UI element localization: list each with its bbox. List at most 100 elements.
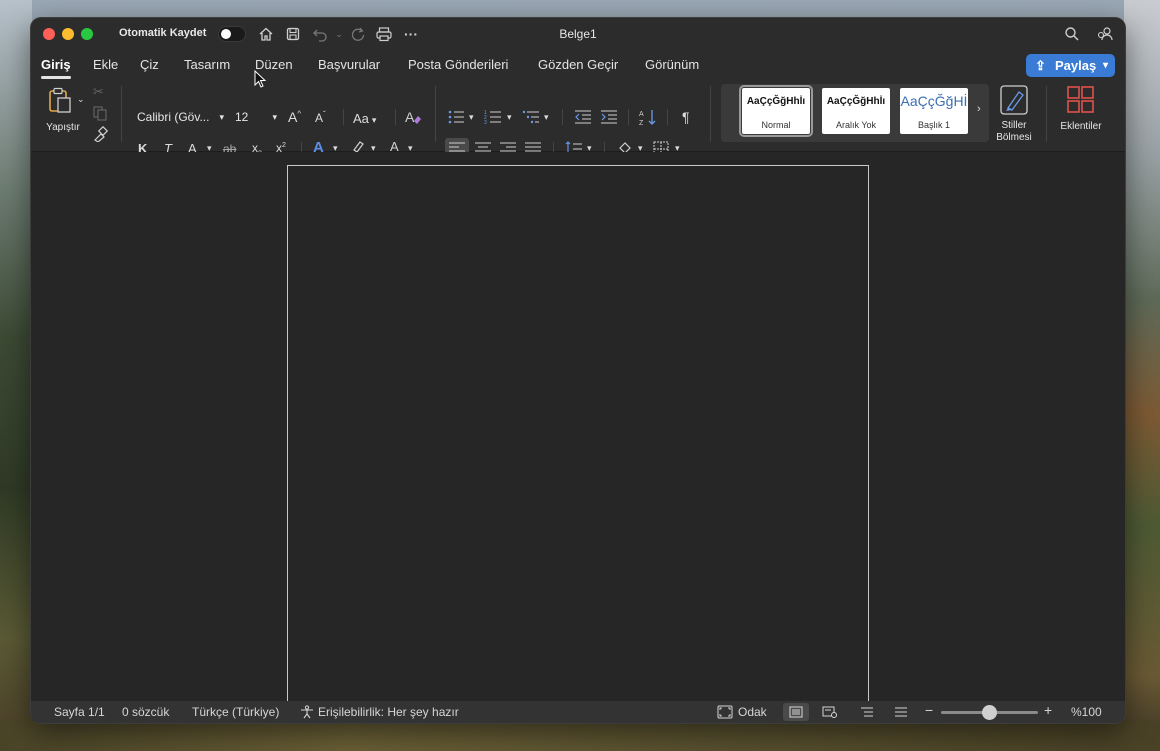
mouse-cursor-icon xyxy=(254,70,266,88)
word-window: Otomatik Kaydet ⌄ ··· Belge1 Giriş Ekle xyxy=(31,18,1125,723)
font-size-dropdown[interactable]: 12 ▾ xyxy=(229,107,281,127)
zoom-level[interactable]: %100 xyxy=(1071,705,1102,719)
styles-pane-label-line2: Bölmesi xyxy=(996,132,1032,143)
word-count[interactable]: 0 sözcük xyxy=(122,705,169,719)
share-icon: ⇪ xyxy=(1035,58,1046,73)
save-icon[interactable] xyxy=(283,24,303,44)
multilevel-list-icon[interactable] xyxy=(522,109,540,128)
tab-review[interactable]: Gözden Geçir xyxy=(538,57,618,72)
increase-indent-icon[interactable] xyxy=(600,109,618,128)
cut-icon[interactable]: ✂ xyxy=(93,84,104,100)
numbering-icon[interactable]: 123 xyxy=(484,109,502,128)
separator xyxy=(435,86,436,142)
share-label: Paylaş xyxy=(1055,58,1097,73)
undo-icon[interactable] xyxy=(310,24,330,44)
styles-pane-label: Stiller Bölmesi xyxy=(989,120,1039,144)
zoom-in-icon[interactable]: + xyxy=(1044,702,1052,718)
sort-icon[interactable]: AZ xyxy=(639,108,657,129)
more-options-icon[interactable]: ··· xyxy=(401,24,421,44)
redo-icon[interactable] xyxy=(348,24,368,44)
show-formatting-marks-icon[interactable]: ¶ xyxy=(682,109,690,125)
zoom-slider-knob[interactable] xyxy=(982,705,997,720)
style-no-spacing[interactable]: AaÇçĞğHhİı Aralık Yok xyxy=(822,88,890,134)
tab-references[interactable]: Başvurular xyxy=(318,57,380,72)
ribbon-home: ⌄ Yapıştır ✂ Calibri (Göv... ▾ 12 ▾ A^ A… xyxy=(31,80,1125,160)
chevron-right-icon[interactable]: › xyxy=(977,103,981,115)
shrink-font-icon[interactable]: Aˇ xyxy=(315,110,326,125)
multilevel-chevron-icon[interactable]: ▾ xyxy=(544,112,549,123)
svg-text:A: A xyxy=(639,111,644,118)
addins-icon[interactable] xyxy=(1067,86,1095,117)
clear-formatting-icon[interactable]: A xyxy=(404,109,422,128)
style-name: Başlık 1 xyxy=(917,120,950,130)
web-layout-view-button[interactable] xyxy=(817,703,843,721)
separator xyxy=(667,109,668,125)
font-size-value: 12 xyxy=(235,110,249,124)
bullets-icon[interactable] xyxy=(447,109,465,128)
home-icon[interactable] xyxy=(256,24,276,44)
paste-dropdown-chevron-icon[interactable]: ⌄ xyxy=(77,94,85,105)
style-heading-1[interactable]: AaÇçĞğHİ Başlık 1 xyxy=(900,88,968,134)
document-page[interactable] xyxy=(287,165,869,705)
outline-view-button[interactable] xyxy=(854,703,880,721)
undo-dropdown-chevron-icon[interactable]: ⌄ xyxy=(329,24,349,44)
separator xyxy=(710,86,711,142)
style-name: Normal xyxy=(761,120,791,130)
desktop-wallpaper-left xyxy=(0,0,32,751)
language-indicator[interactable]: Türkçe (Türkiye) xyxy=(192,705,279,719)
style-sample: AaÇçĞğHhİı xyxy=(746,96,806,107)
accessibility-status[interactable]: Erişilebilirlik: Her şey hazır xyxy=(318,705,459,719)
grow-font-icon[interactable]: A^ xyxy=(288,109,301,125)
numbering-chevron-icon[interactable]: ▾ xyxy=(507,112,512,123)
separator xyxy=(395,109,396,125)
page-count[interactable]: Sayfa 1/1 xyxy=(54,705,105,719)
focus-label[interactable]: Odak xyxy=(738,705,767,719)
tab-draw[interactable]: Çiz xyxy=(140,57,159,72)
minimize-window-button[interactable] xyxy=(62,28,74,40)
style-name: Aralık Yok xyxy=(835,120,877,130)
style-sample: AaÇçĞğHİ xyxy=(900,93,968,109)
format-painter-icon[interactable] xyxy=(92,125,109,145)
search-icon[interactable] xyxy=(1062,24,1082,44)
style-sample: AaÇçĞğHhİı xyxy=(826,96,886,107)
zoom-window-button[interactable] xyxy=(81,28,93,40)
ribbon-tabs: Giriş Ekle Çiz Tasarım Düzen Başvurular … xyxy=(31,50,1125,80)
title-bar: Otomatik Kaydet ⌄ ··· Belge1 xyxy=(31,18,1125,50)
draft-view-button[interactable] xyxy=(888,703,914,721)
separator xyxy=(121,86,122,142)
share-button[interactable]: ⇪ Paylaş ▾ xyxy=(1026,54,1115,77)
close-window-button[interactable] xyxy=(43,28,55,40)
change-case-button[interactable]: Aa ▾ xyxy=(353,111,376,126)
toggle-knob xyxy=(221,29,231,39)
styles-gallery: AaÇçĞğHhİı Normal AaÇçĞğHhİı Aralık Yok … xyxy=(721,84,989,142)
zoom-out-icon[interactable]: − xyxy=(925,702,933,718)
account-icon[interactable] xyxy=(1095,24,1115,44)
print-layout-view-button[interactable] xyxy=(783,703,809,721)
font-name-value: Calibri (Göv... xyxy=(137,110,210,124)
copy-icon[interactable] xyxy=(92,105,108,124)
paste-button[interactable] xyxy=(46,86,74,117)
chevron-down-icon: ▾ xyxy=(1102,60,1108,71)
separator xyxy=(1046,86,1047,142)
document-canvas[interactable] xyxy=(31,152,1125,705)
tab-mailings[interactable]: Posta Gönderileri xyxy=(408,57,508,72)
accessibility-icon[interactable] xyxy=(299,705,315,722)
styles-pane-button[interactable] xyxy=(999,84,1029,119)
focus-icon[interactable] xyxy=(717,705,733,722)
tab-home[interactable]: Giriş xyxy=(41,57,71,79)
print-icon[interactable] xyxy=(374,24,394,44)
tab-design[interactable]: Tasarım xyxy=(184,57,230,72)
chevron-down-icon: ▾ xyxy=(272,112,277,122)
chevron-down-icon: ▾ xyxy=(371,115,377,125)
tab-view[interactable]: Görünüm xyxy=(645,57,699,72)
separator xyxy=(343,109,344,125)
autosave-toggle[interactable] xyxy=(218,26,246,42)
decrease-indent-icon[interactable] xyxy=(574,109,592,128)
svg-text:3: 3 xyxy=(484,120,487,125)
svg-text:Z: Z xyxy=(639,120,644,126)
font-name-dropdown[interactable]: Calibri (Göv... ▾ xyxy=(131,107,228,127)
addins-label: Eklentiler xyxy=(1060,121,1102,132)
bullets-chevron-icon[interactable]: ▾ xyxy=(469,112,474,123)
style-normal[interactable]: AaÇçĞğHhİı Normal xyxy=(739,85,813,137)
tab-insert[interactable]: Ekle xyxy=(93,57,118,72)
